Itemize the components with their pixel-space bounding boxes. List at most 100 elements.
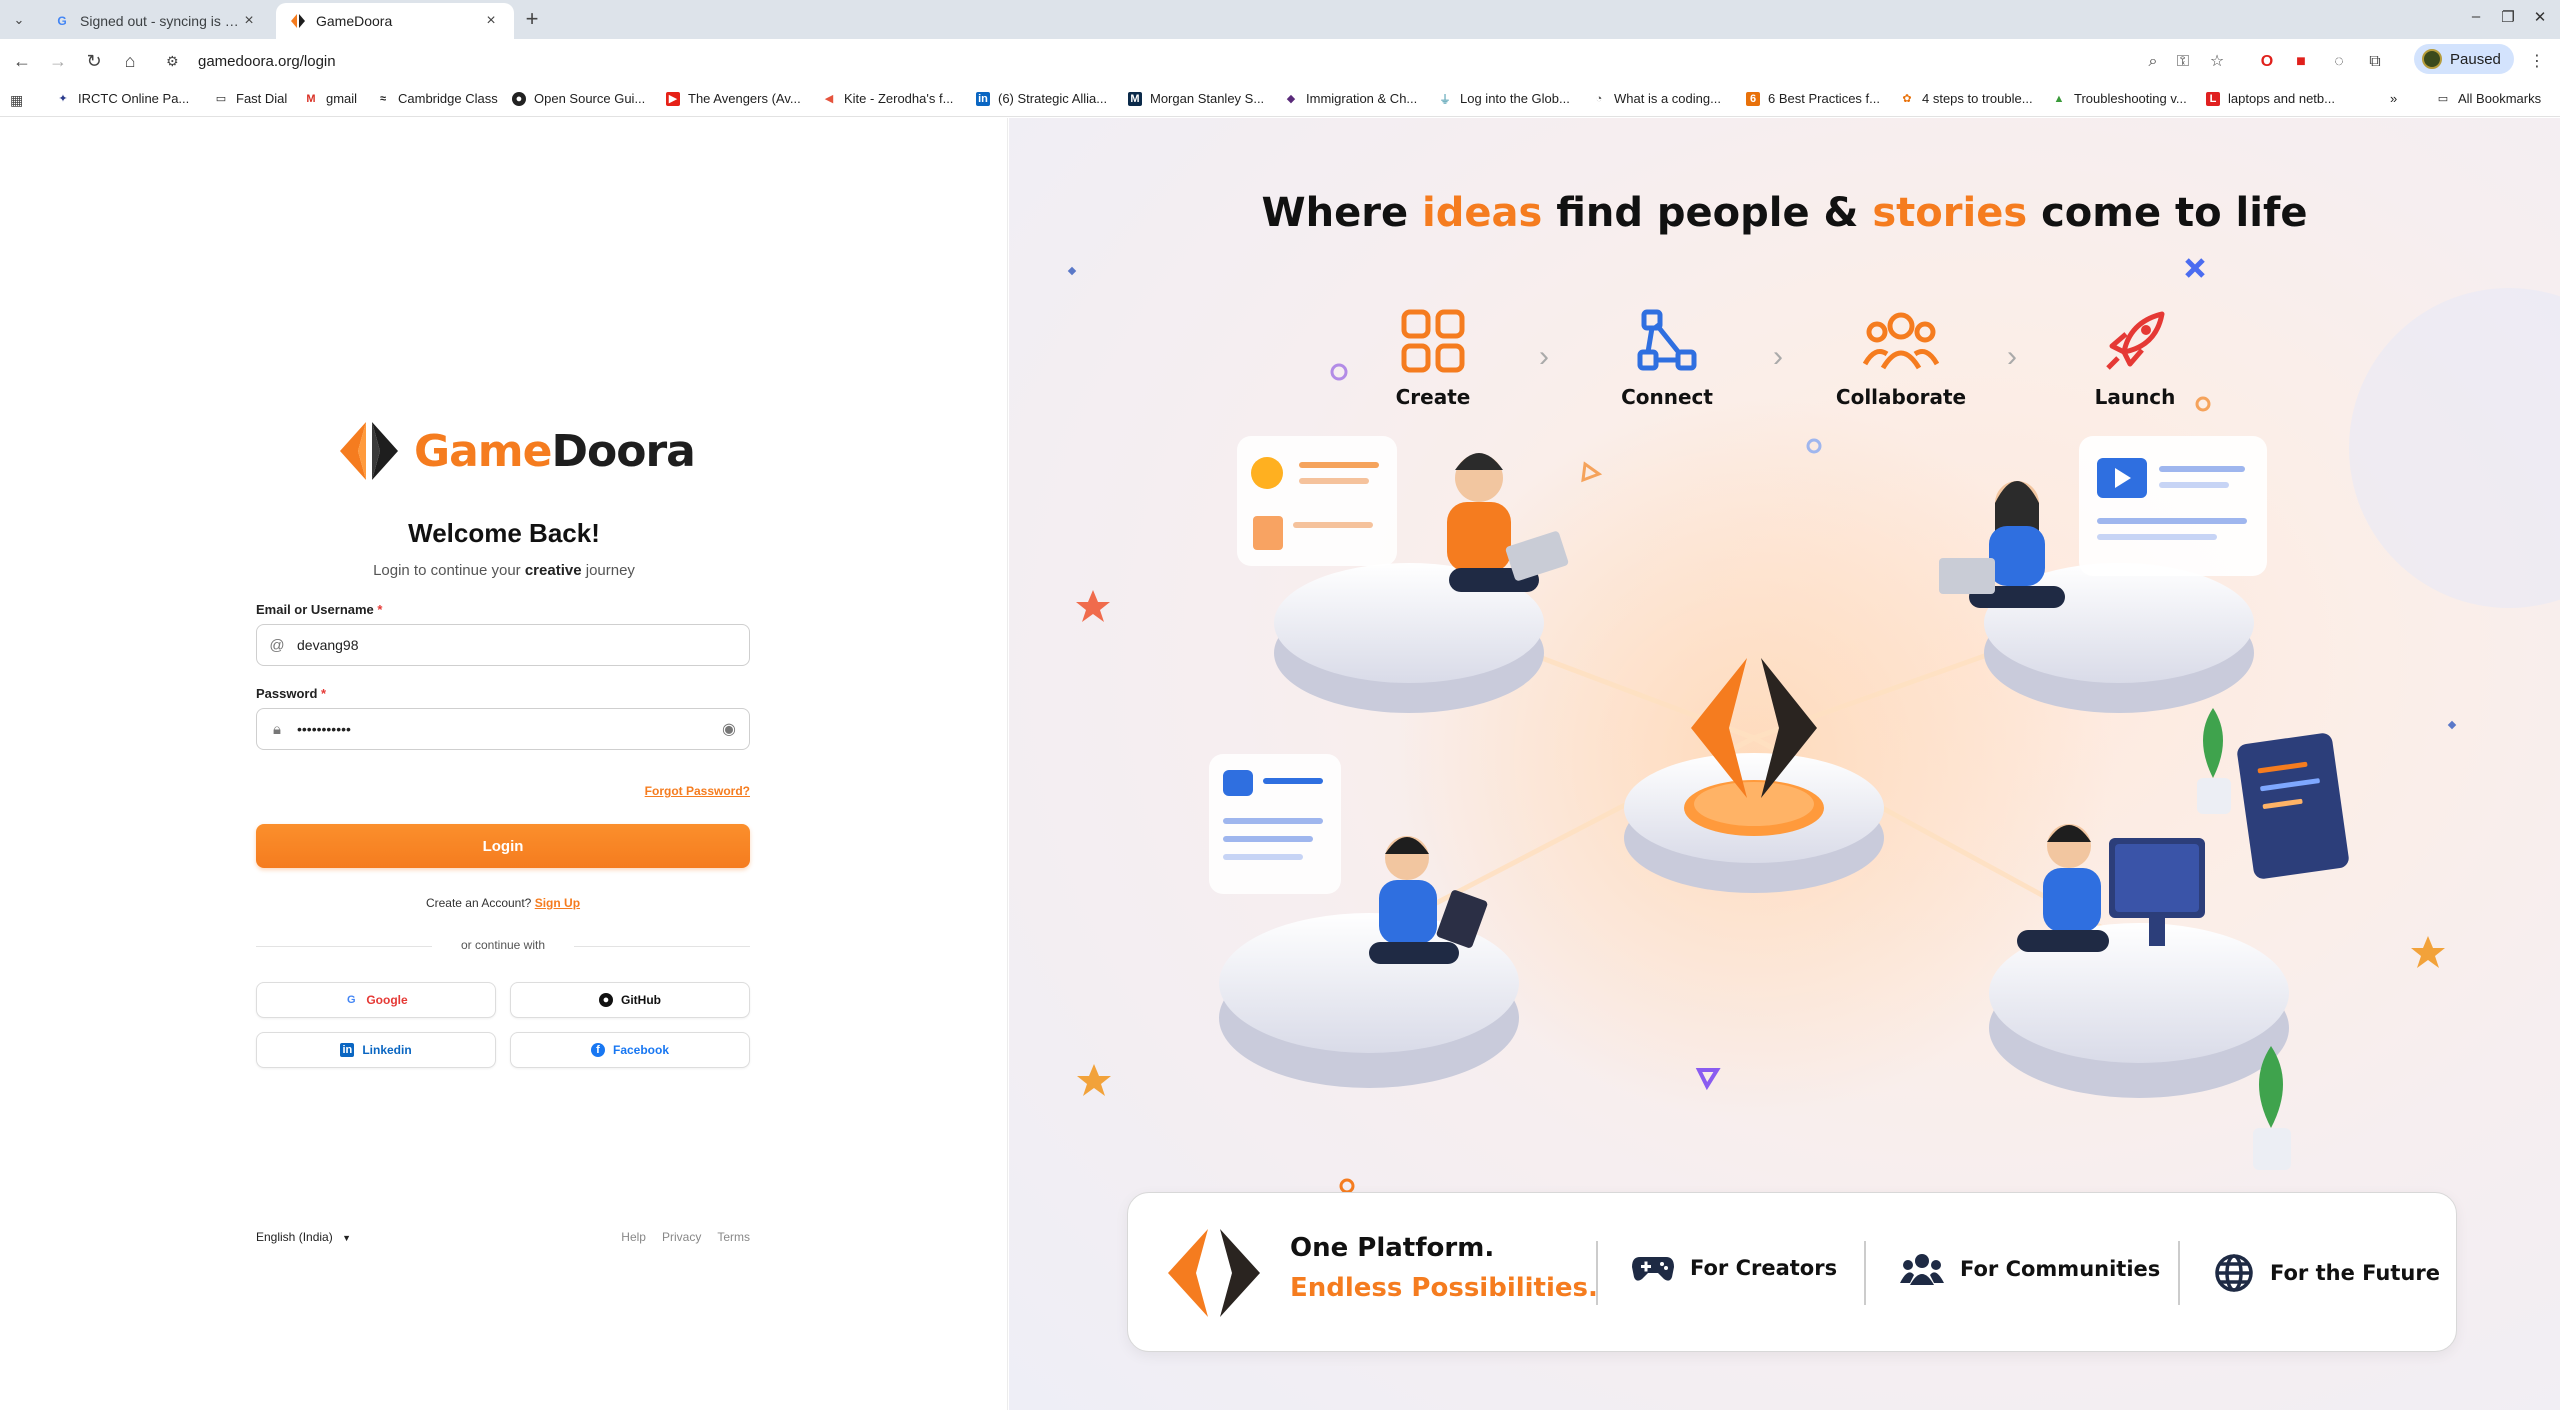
forward-icon[interactable]: → (46, 49, 70, 73)
bookmark-star-icon[interactable]: ☆ (2206, 51, 2228, 73)
profile-button[interactable]: Paused (2414, 44, 2514, 74)
reload-icon[interactable]: ↻ (82, 49, 106, 73)
divider (1596, 1241, 1598, 1305)
bookmark-item[interactable]: ✿ 4 steps to trouble... (1900, 91, 2032, 106)
password-field[interactable]: 🔒︎ ••••••••••• ◉ (256, 708, 750, 750)
logo-text-doora: Doora (551, 425, 696, 477)
login-button[interactable]: Login (256, 824, 750, 868)
step-create: Create (1353, 308, 1513, 409)
bookmark-item[interactable]: ◔ What is a coding... (1592, 91, 1721, 106)
irctc-icon: ✦ (58, 93, 68, 105)
team-icon (1862, 312, 1940, 370)
close-window-icon[interactable]: ✕ (2528, 8, 2552, 26)
language-select[interactable]: English (India) ▼ (256, 1230, 351, 1244)
privacy-link[interactable]: Privacy (662, 1230, 701, 1244)
bookmark-folder[interactable]: ▭ Fast Dial (214, 91, 288, 106)
bookmark-item[interactable]: ◀ Kite - Zerodha's f... (822, 91, 954, 106)
close-tab-icon[interactable]: × (482, 12, 500, 30)
folder-icon: ▭ (2437, 93, 2449, 105)
forgot-password-link[interactable]: Forgot Password? (600, 784, 750, 798)
bookmark-item[interactable]: ◆ Immigration & Ch... (1284, 91, 1418, 106)
lock-icon: 🔒︎ (273, 720, 281, 738)
restore-icon[interactable]: ❐ (2496, 8, 2520, 26)
tab-title: GameDoora (316, 13, 393, 29)
minimize-icon[interactable]: – (2464, 8, 2488, 25)
home-icon[interactable]: ⌂ (118, 49, 142, 73)
bookmark-item[interactable]: 66 Best Practices f... (1746, 91, 1880, 106)
email-field[interactable]: @ devang98 (256, 624, 750, 666)
bookmark-item[interactable]: ▲ Troubleshooting v... (2052, 91, 2187, 106)
bookmark-item[interactable]: ▶ The Avengers (Av... (666, 91, 801, 106)
bookmarks-bar: ▦ ✦ IRCTC Online Pa... ▭ Fast Dial Mgmail … (0, 83, 2560, 117)
address-bar[interactable]: ⚙ gamedoora.org/login (150, 44, 2230, 78)
new-tab-button[interactable]: + (520, 8, 544, 32)
more-bookmarks-icon[interactable]: » (2390, 91, 2397, 106)
close-tab-icon[interactable]: × (240, 12, 258, 30)
create-account-text: Create an Account? Sign Up (425, 896, 581, 910)
record-extension-icon[interactable]: ■ (2290, 51, 2312, 73)
feature-future: For the Future (2214, 1253, 2440, 1293)
more-menu-icon[interactable]: ⋮ (2526, 51, 2548, 73)
globe-icon (2215, 1254, 2253, 1292)
step-label: Connect (1621, 385, 1713, 409)
video-card (2079, 436, 2267, 576)
bookmark-item[interactable]: ✦ IRCTC Online Pa... (56, 91, 189, 106)
sign-up-link[interactable]: Sign Up (535, 896, 580, 910)
linkedin-icon: in (340, 1043, 355, 1057)
github-icon: ● (512, 91, 526, 106)
code-card (2237, 733, 2349, 879)
grid-icon (1401, 309, 1465, 373)
bookmark-item[interactable]: in (6) Strategic Allia... (976, 91, 1107, 106)
url-text: gamedoora.org/login (198, 52, 336, 70)
linkedin-icon: in (976, 91, 990, 106)
all-bookmarks[interactable]: ▭ All Bookmarks (2436, 91, 2541, 106)
network-icon (1637, 309, 1697, 371)
tab-signed-out[interactable]: G Signed out - syncing is paused × (40, 3, 272, 39)
youtube-icon: ▶ (666, 91, 680, 106)
page-subtitle: Login to continue your creative journey (373, 562, 635, 579)
or-continue-label: or continue with (460, 938, 546, 952)
tab-gamedoora[interactable]: GameDoora × (276, 3, 514, 39)
apps-grid-icon[interactable]: ▦ (10, 92, 23, 109)
gamepad-icon (1632, 1257, 1674, 1281)
logo-text-game: Game (414, 425, 552, 477)
step-connect: Connect (1587, 308, 1747, 409)
tab-title: Signed out - syncing is paused (80, 13, 240, 29)
site-info-icon[interactable]: ⚙ (166, 53, 184, 70)
hero-panel: Where ideas find people & stories come t… (1009, 118, 2560, 1410)
community-icon (1900, 1254, 1944, 1285)
bookmark-item[interactable]: Mgmail (304, 91, 357, 106)
gamedoora-logo: GameDoora (338, 420, 696, 482)
tab-search-icon[interactable]: ⌄ (8, 9, 30, 31)
bookmark-item[interactable]: Llaptops and netb... (2206, 91, 2335, 106)
bookmark-item[interactable]: ⏚ Log into the Glob... (1438, 91, 1570, 106)
help-link[interactable]: Help (621, 1230, 646, 1244)
coding-icon: ◔ (1595, 92, 1603, 105)
email-value: devang98 (297, 637, 359, 653)
linkedin-login-button[interactable]: in Linkedin (256, 1032, 496, 1068)
zoom-icon[interactable]: ⌕ (2142, 51, 2164, 73)
extension-icon[interactable]: ◌ (2328, 51, 2350, 73)
chevron-right-icon: › (2007, 340, 2017, 373)
idea-card (1237, 436, 1397, 566)
password-label: Password * (256, 686, 327, 701)
platform-center (1624, 753, 1884, 893)
bookmark-item[interactable]: ≈ Cambridge Class (376, 91, 498, 106)
facebook-login-button[interactable]: f Facebook (510, 1032, 750, 1068)
extensions-puzzle-icon[interactable]: ⧉ (2364, 51, 2386, 73)
opera-extension-icon[interactable]: O (2256, 51, 2278, 73)
footer-links: Help Privacy Terms (600, 1230, 750, 1244)
email-label: Email or Username * (256, 602, 383, 617)
password-key-icon[interactable]: ⚿ (2172, 51, 2194, 73)
back-icon[interactable]: ← (10, 49, 34, 73)
bookmark-item[interactable]: ● Open Source Gui... (512, 91, 645, 106)
show-password-eye-icon[interactable]: ◉ (709, 719, 749, 739)
tab-strip: ⌄ G Signed out - syncing is paused × Gam… (0, 0, 2560, 39)
chat-card (1209, 754, 1341, 894)
facebook-icon: f (590, 1043, 605, 1057)
step-launch: Launch (2055, 308, 2215, 409)
google-login-button[interactable]: G Google (256, 982, 496, 1018)
github-login-button[interactable]: ● GitHub (510, 982, 750, 1018)
bookmark-item[interactable]: M Morgan Stanley S... (1128, 91, 1264, 106)
terms-link[interactable]: Terms (717, 1230, 750, 1244)
